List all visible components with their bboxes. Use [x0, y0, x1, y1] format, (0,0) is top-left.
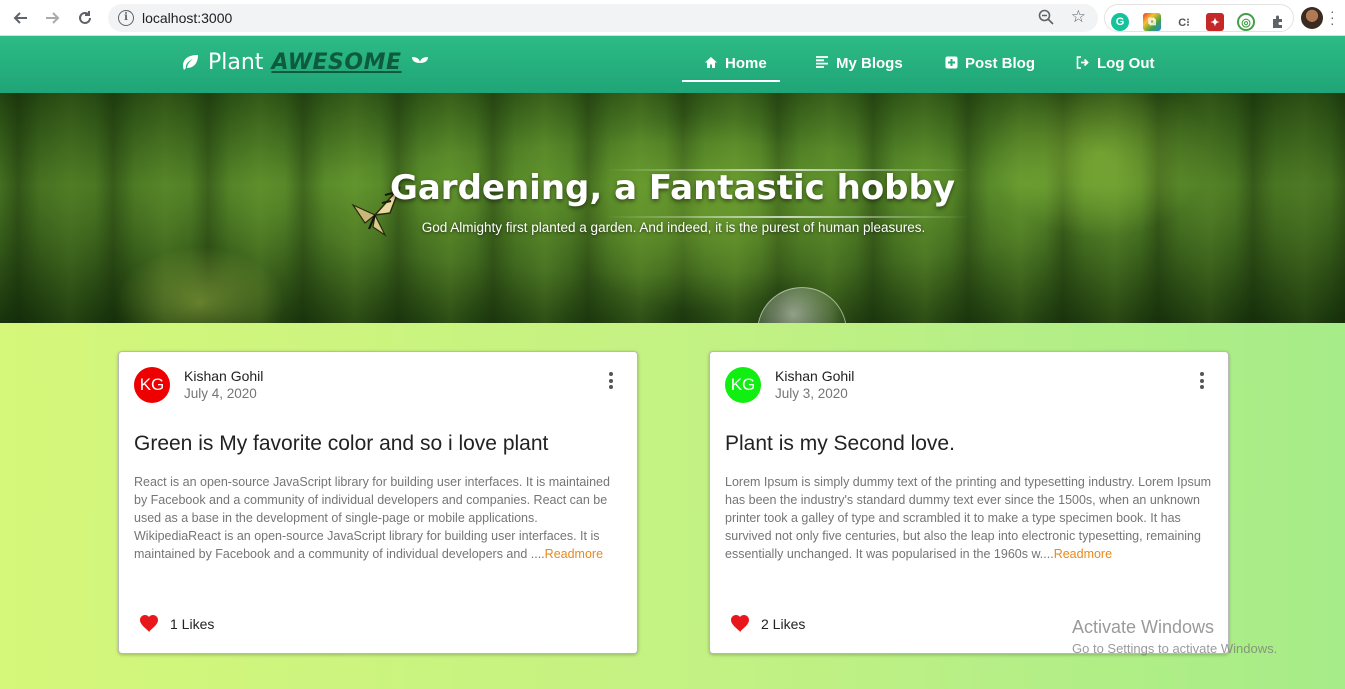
bookmark-star-icon[interactable]: ☆ — [1071, 7, 1086, 27]
heart-icon[interactable] — [730, 615, 750, 633]
post-excerpt: React is an open-source JavaScript libra… — [134, 473, 624, 563]
nav-log-out[interactable]: Log Out — [1076, 55, 1154, 72]
app-navbar: Plant AWESOME Home My Blogs Post Blog Lo… — [0, 36, 1345, 93]
address-bar[interactable]: i localhost:3000 ☆ — [108, 4, 1098, 32]
likes-count: 2 Likes — [761, 616, 806, 632]
hero-banner: Gardening, a Fantastic hobby God Almight… — [0, 93, 1345, 323]
blog-card: KG Kishan Gohil July 4, 2020 Green is My… — [118, 351, 638, 654]
hero-title: Gardening, a Fantastic hobby — [389, 168, 956, 208]
nav-post-blog[interactable]: Post Blog — [944, 55, 1035, 72]
hero-vignette — [0, 93, 1345, 323]
heart-icon[interactable] — [139, 615, 159, 633]
plus-square-icon — [944, 56, 958, 72]
more-vert-icon[interactable] — [609, 372, 613, 389]
browser-menu-icon[interactable]: · · · — [1330, 4, 1335, 30]
author-name: Kishan Gohil — [184, 368, 264, 384]
nav-post-blog-label: Post Blog — [965, 55, 1035, 72]
list-icon — [815, 56, 829, 71]
readmore-link[interactable]: Readmore — [1054, 547, 1112, 561]
red-extension-icon[interactable]: ✦ — [1206, 13, 1224, 31]
post-date: July 4, 2020 — [184, 386, 257, 401]
hero-subtitle: God Almighty first planted a garden. And… — [421, 220, 926, 235]
css-extension-icon[interactable]: C⁝ — [1175, 13, 1193, 31]
logout-icon — [1076, 55, 1090, 72]
author-avatar: KG — [134, 367, 170, 403]
watermark-line1: Activate Windows — [1072, 617, 1215, 637]
profile-avatar[interactable] — [1301, 7, 1323, 29]
author-avatar: KG — [725, 367, 761, 403]
back-arrow-icon[interactable] — [8, 6, 32, 30]
url-text[interactable]: localhost:3000 — [142, 10, 232, 26]
extensions-strip: G ⧉ C⁝ ✦ ◎ — [1104, 4, 1294, 32]
grammarly-icon[interactable]: G — [1111, 13, 1129, 31]
colorful-extension-icon[interactable]: ⧉ — [1143, 13, 1161, 31]
reload-icon[interactable] — [73, 6, 97, 30]
post-excerpt-text: React is an open-source JavaScript libra… — [134, 475, 610, 561]
watermark-line2: Go to Settings to activate Windows. — [1072, 641, 1278, 656]
brand-logo[interactable]: Plant AWESOME — [180, 50, 430, 75]
author-name: Kishan Gohil — [775, 368, 855, 384]
browser-toolbar: i localhost:3000 ☆ G ⧉ C⁝ ✦ ◎ · · · — [0, 0, 1345, 36]
brand-plant-text: Plant — [208, 50, 264, 75]
home-icon — [704, 56, 718, 72]
post-title: Green is My favorite color and so i love… — [134, 432, 549, 455]
green-circle-extension-icon[interactable]: ◎ — [1237, 13, 1255, 31]
readmore-link[interactable]: Readmore — [545, 547, 603, 561]
nav-my-blogs[interactable]: My Blogs — [815, 55, 903, 72]
windows-activation-watermark: Activate Windows Go to Settings to activ… — [1072, 617, 1277, 656]
post-date: July 3, 2020 — [775, 386, 848, 401]
nav-my-blogs-label: My Blogs — [836, 55, 903, 72]
nav-log-out-label: Log Out — [1097, 55, 1155, 72]
hero-line-bottom — [605, 216, 970, 218]
leaf-icon — [183, 54, 198, 70]
post-title: Plant is my Second love. — [725, 432, 955, 455]
sprout-icon — [411, 56, 428, 71]
active-nav-indicator — [682, 80, 780, 82]
nav-home-label: Home — [725, 55, 767, 72]
zoom-icon[interactable] — [1038, 9, 1054, 30]
site-info-icon[interactable]: i — [118, 10, 134, 26]
forward-arrow-icon[interactable] — [41, 6, 65, 30]
likes-count: 1 Likes — [170, 616, 215, 632]
post-excerpt-text: Lorem Ipsum is simply dummy text of the … — [725, 475, 1212, 561]
nav-home[interactable]: Home — [704, 55, 767, 72]
blog-card: KG Kishan Gohil July 3, 2020 Plant is my… — [709, 351, 1229, 654]
more-vert-icon[interactable] — [1200, 372, 1204, 389]
post-excerpt: Lorem Ipsum is simply dummy text of the … — [725, 473, 1215, 563]
brand-awesome-text: AWESOME — [271, 50, 402, 75]
puzzle-extensions-icon[interactable] — [1269, 13, 1287, 31]
